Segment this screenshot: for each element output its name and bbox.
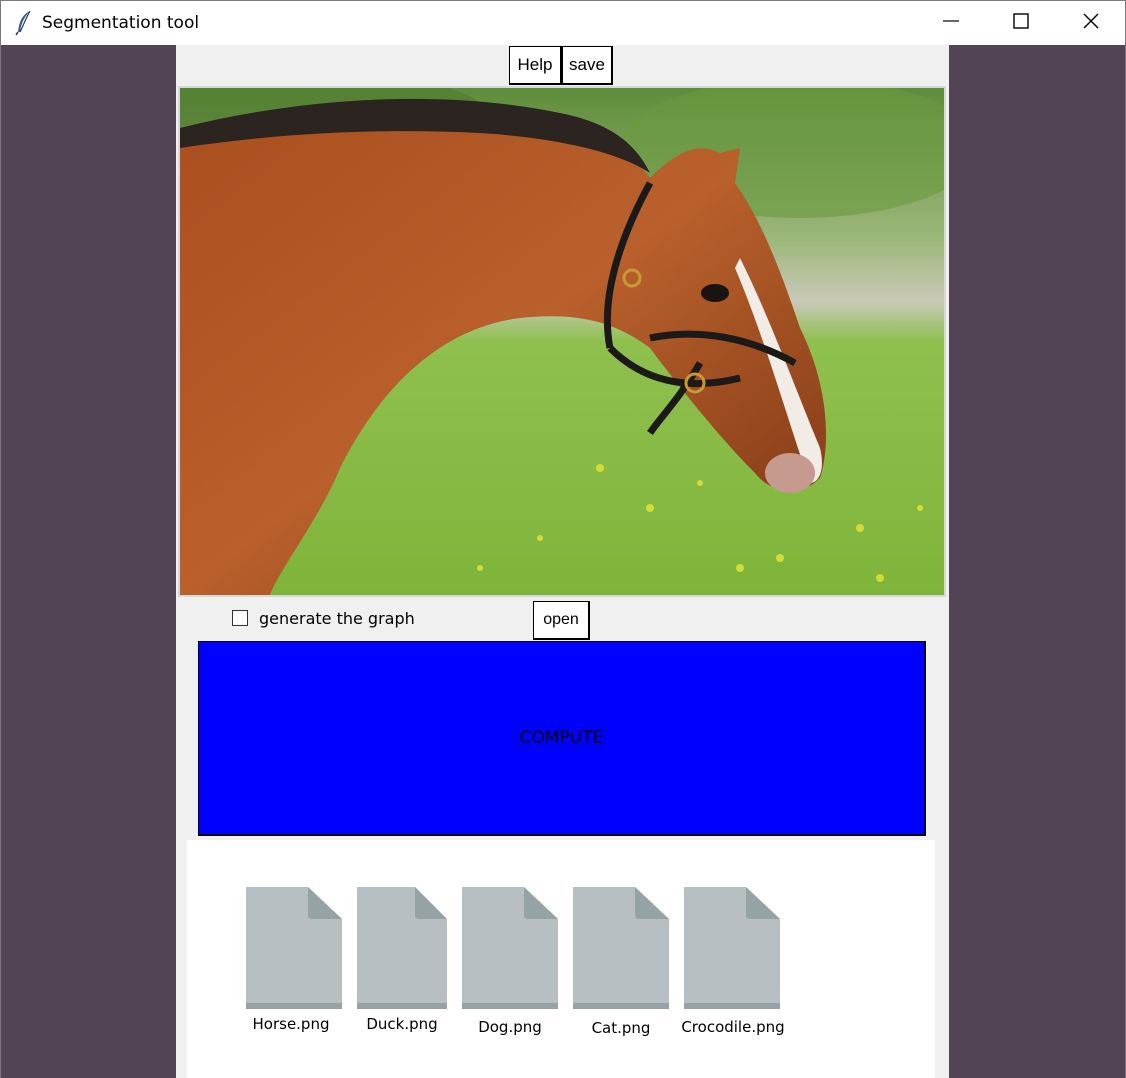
- file-name: Cat.png: [591, 1019, 651, 1037]
- title-bar[interactable]: Segmentation tool: [1, 1, 1125, 45]
- file-item-cat[interactable]: Cat.png: [573, 887, 683, 1047]
- feather-icon: [15, 10, 33, 36]
- file-icon: [684, 887, 780, 1009]
- client-area: Help save generate the graph open COMPUT…: [1, 45, 1125, 1078]
- file-name: Dog.png: [478, 1018, 542, 1036]
- close-icon: [1082, 12, 1100, 34]
- file-name: Duck.png: [366, 1015, 438, 1033]
- file-name: Horse.png: [252, 1015, 330, 1033]
- image-canvas[interactable]: [178, 86, 946, 597]
- open-button[interactable]: open: [533, 601, 590, 640]
- file-item-dog[interactable]: Dog.png: [462, 887, 572, 1047]
- file-name: Crocodile.png: [681, 1018, 785, 1036]
- save-button[interactable]: save: [562, 46, 613, 85]
- horse-image: [180, 88, 944, 595]
- file-icon: [357, 887, 447, 1009]
- main-panel: Help save generate the graph open COMPUT…: [176, 45, 949, 1078]
- help-button[interactable]: Help: [509, 46, 562, 85]
- close-button[interactable]: [1057, 1, 1125, 45]
- app-window: Segmentation tool Help save generate the…: [0, 0, 1126, 1078]
- file-item-horse[interactable]: Horse.png: [246, 887, 356, 1047]
- file-item-duck[interactable]: Duck.png: [357, 887, 467, 1047]
- window-title: Segmentation tool: [42, 13, 200, 33]
- minimize-icon: [942, 12, 960, 34]
- minimize-button[interactable]: [917, 1, 985, 45]
- file-icon: [462, 887, 558, 1009]
- file-item-crocodile[interactable]: Crocodile.png: [681, 887, 814, 1047]
- maximize-icon: [1012, 12, 1030, 34]
- maximize-button[interactable]: [987, 1, 1055, 45]
- generate-graph-checkbox[interactable]: [232, 610, 248, 626]
- file-icon: [573, 887, 669, 1009]
- file-list: Horse.png Duck.png Dog.png Cat.png Croco…: [187, 840, 935, 1078]
- generate-graph-label: generate the graph: [259, 609, 415, 628]
- file-icon: [246, 887, 342, 1009]
- compute-button[interactable]: COMPUTE: [198, 641, 926, 836]
